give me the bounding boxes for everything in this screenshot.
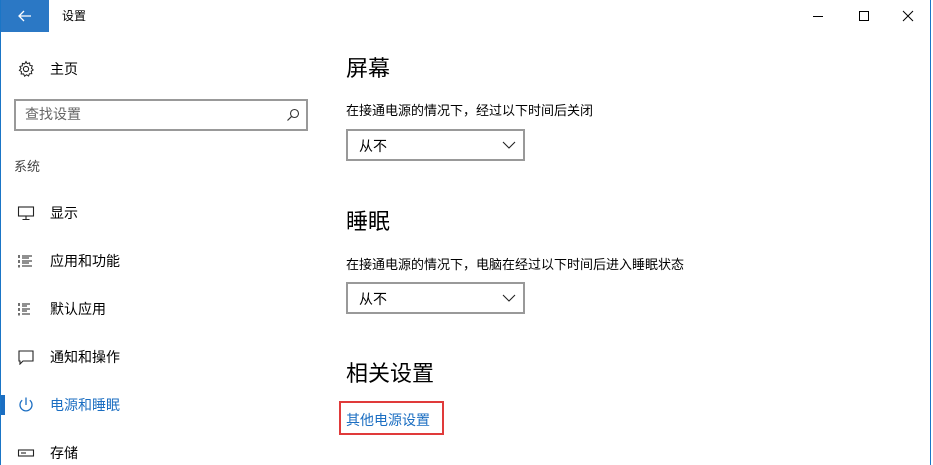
window-title: 设置 xyxy=(62,9,87,23)
close-button[interactable] xyxy=(885,0,931,32)
search-input[interactable] xyxy=(25,106,275,124)
screen-heading: 屏幕 xyxy=(346,57,391,82)
minimize-icon xyxy=(813,16,823,17)
settings-window: 设置 主页 查找设置 系统 显示 应用和功能 默认应用 通知和操作 电源和睡眠 … xyxy=(0,0,931,465)
minimize-button[interactable] xyxy=(795,0,841,32)
back-arrow-icon xyxy=(18,10,31,22)
monitor-icon xyxy=(17,204,35,222)
notification-icon xyxy=(17,348,35,366)
screen-timeout-value: 从不 xyxy=(359,139,387,155)
power-icon xyxy=(17,396,35,414)
screen-description: 在接通电源的情况下，经过以下时间后关闭 xyxy=(346,104,594,119)
additional-power-settings-link[interactable]: 其他电源设置 xyxy=(346,410,430,430)
back-button[interactable] xyxy=(1,0,49,32)
sidebar-home-label: 主页 xyxy=(50,62,78,78)
search-icon[interactable] xyxy=(285,107,301,123)
main-content: 屏幕 在接通电源的情况下，经过以下时间后关闭 从不 睡眠 在接通电源的情况下，电… xyxy=(339,32,906,465)
sidebar-item-storage[interactable]: 存储 xyxy=(1,433,323,465)
active-indicator xyxy=(1,395,5,415)
sidebar-item-notifications[interactable]: 通知和操作 xyxy=(1,337,323,377)
sleep-timeout-dropdown[interactable]: 从不 xyxy=(346,282,525,314)
sidebar-item-label: 通知和操作 xyxy=(50,350,120,366)
sidebar-item-power-sleep[interactable]: 电源和睡眠 xyxy=(1,385,323,425)
search-box[interactable] xyxy=(14,99,308,131)
chevron-down-icon xyxy=(502,140,516,150)
maximize-button[interactable] xyxy=(841,0,887,32)
sidebar-item-label: 应用和功能 xyxy=(50,254,120,270)
sidebar-item-apps[interactable]: 应用和功能 xyxy=(1,241,323,281)
sidebar-item-default-apps[interactable]: 默认应用 xyxy=(1,289,323,329)
chevron-down-icon xyxy=(502,293,516,303)
sidebar-item-label: 存储 xyxy=(50,446,78,462)
sleep-description: 在接通电源的情况下，电脑在经过以下时间后进入睡眠状态 xyxy=(346,258,685,273)
sidebar-item-label: 电源和睡眠 xyxy=(50,398,120,414)
sidebar-item-home[interactable]: 主页 xyxy=(17,59,78,79)
close-icon xyxy=(902,10,914,22)
list-icon xyxy=(17,252,35,270)
sleep-timeout-value: 从不 xyxy=(359,292,387,308)
storage-icon xyxy=(17,444,35,462)
screen-timeout-dropdown[interactable]: 从不 xyxy=(346,129,525,161)
sidebar: 主页 系统 显示 xyxy=(1,32,323,465)
sidebar-item-label: 默认应用 xyxy=(50,302,106,318)
sleep-heading: 睡眠 xyxy=(346,210,391,235)
sidebar-section-label: 系统 xyxy=(14,160,41,175)
related-settings-heading: 相关设置 xyxy=(346,362,435,387)
sidebar-item-display[interactable]: 显示 xyxy=(1,193,323,233)
gear-icon xyxy=(17,60,35,78)
maximize-icon xyxy=(859,11,869,21)
default-apps-icon xyxy=(17,300,35,318)
title-bar: 设置 xyxy=(1,0,930,32)
sidebar-item-label: 显示 xyxy=(50,206,78,222)
